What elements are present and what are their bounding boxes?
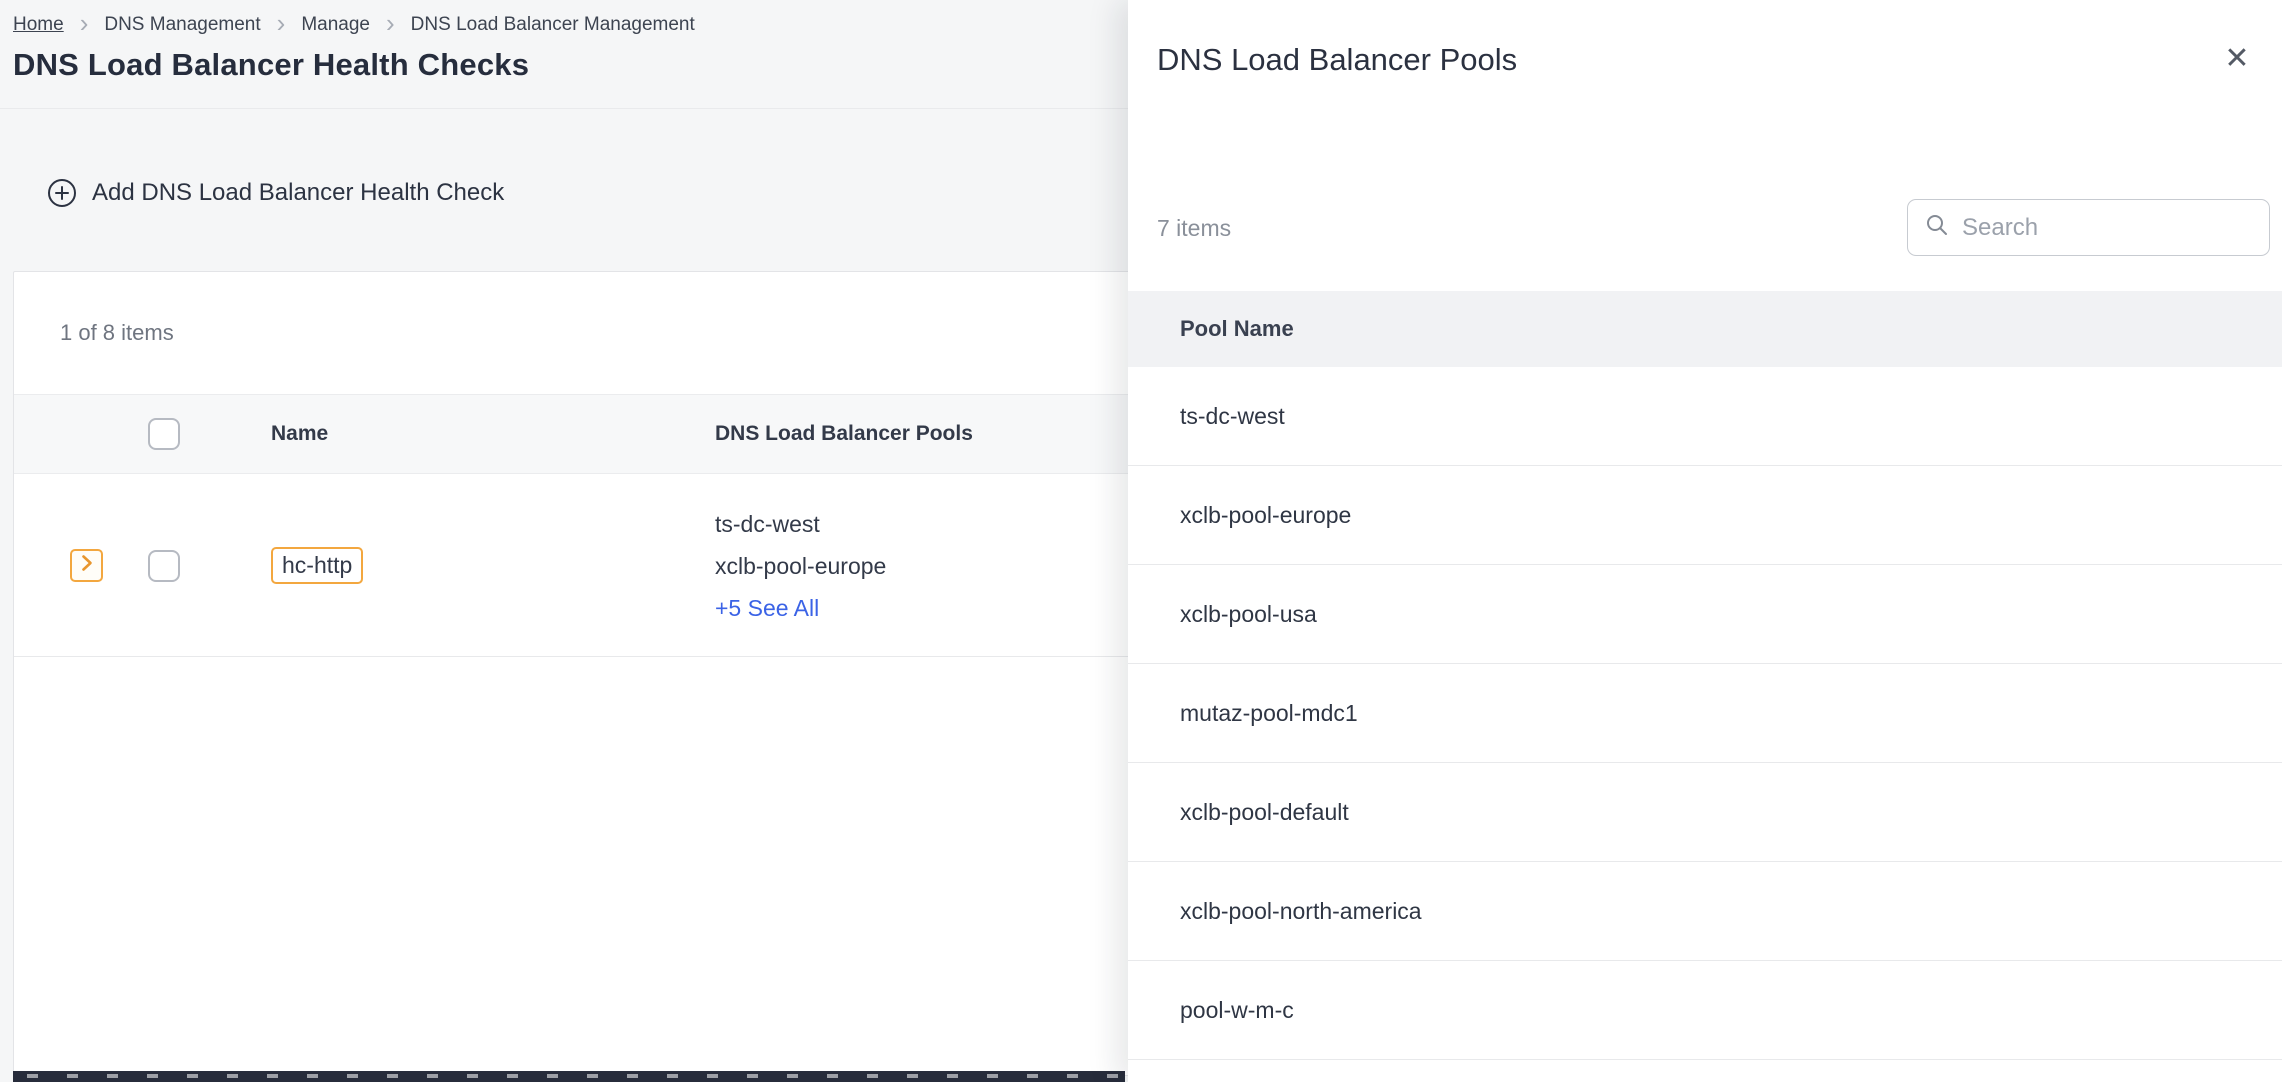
pools-cell: ts-dc-west xclb-pool-europe +5 See All [715,503,886,629]
close-icon[interactable]: ✕ [2219,40,2255,76]
drawer-title: DNS Load Balancer Pools [1157,42,1517,78]
breadcrumb-item-dns-management[interactable]: DNS Management [104,14,260,36]
breadcrumb-item-manage[interactable]: Manage [301,14,370,36]
chevron-right-icon: › [386,14,395,33]
pool-name: xclb-pool-europe [1180,502,1351,529]
drawer-items-count: 7 items [1157,213,1231,243]
pool-row: mutaz-pool-mdc1 [1128,664,2282,763]
row-checkbox[interactable] [148,550,180,582]
pools-drawer: DNS Load Balancer Pools ✕ 7 items Pool N… [1128,0,2282,1082]
column-header-pool-name: Pool Name [1180,316,1294,342]
pool-row: ts-dc-west [1128,367,2282,466]
pool-name: mutaz-pool-mdc1 [1180,700,1358,727]
pools-list: ts-dc-west xclb-pool-europe xclb-pool-us… [1128,367,2282,1060]
see-all-link[interactable]: +5 See All [715,587,886,629]
pool-row: xclb-pool-north-america [1128,862,2282,961]
plus-circle-icon [47,178,77,208]
chevron-right-icon: › [80,14,89,33]
select-all-checkbox[interactable] [148,418,180,450]
pool-name: xclb-pool-usa [1180,601,1317,628]
bottom-bar [13,1071,1125,1082]
pool-name: ts-dc-west [1180,403,1285,430]
chevron-right-icon [81,554,93,577]
chevron-right-icon: › [277,14,286,33]
search-input[interactable] [1962,214,2252,242]
pool-row: xclb-pool-usa [1128,565,2282,664]
pools-table-header: Pool Name [1128,291,2282,367]
pool-search[interactable] [1907,199,2270,256]
breadcrumb-item-home[interactable]: Home [13,14,64,36]
pool-row: xclb-pool-europe [1128,466,2282,565]
pool-name: xclb-pool-europe [715,545,886,587]
column-header-name: Name [271,422,328,446]
page-title: DNS Load Balancer Health Checks [13,47,529,83]
breadcrumb-item-dns-lb-management[interactable]: DNS Load Balancer Management [411,14,695,36]
health-check-name-link[interactable]: hc-http [271,547,363,584]
expand-row-button[interactable] [70,549,103,582]
breadcrumb: Home › DNS Management › Manage › DNS Loa… [13,14,695,36]
add-health-check-label: Add DNS Load Balancer Health Check [92,179,504,207]
pool-name: xclb-pool-north-america [1180,898,1422,925]
pool-name: xclb-pool-default [1180,799,1349,826]
column-header-pools: DNS Load Balancer Pools [715,422,973,446]
pool-row: pool-w-m-c [1128,961,2282,1060]
items-count: 1 of 8 items [60,272,174,394]
pool-name: pool-w-m-c [1180,997,1294,1024]
pool-name: ts-dc-west [715,503,886,545]
search-icon [1925,213,1949,242]
pool-row: xclb-pool-default [1128,763,2282,862]
add-health-check-button[interactable]: Add DNS Load Balancer Health Check [47,178,504,208]
